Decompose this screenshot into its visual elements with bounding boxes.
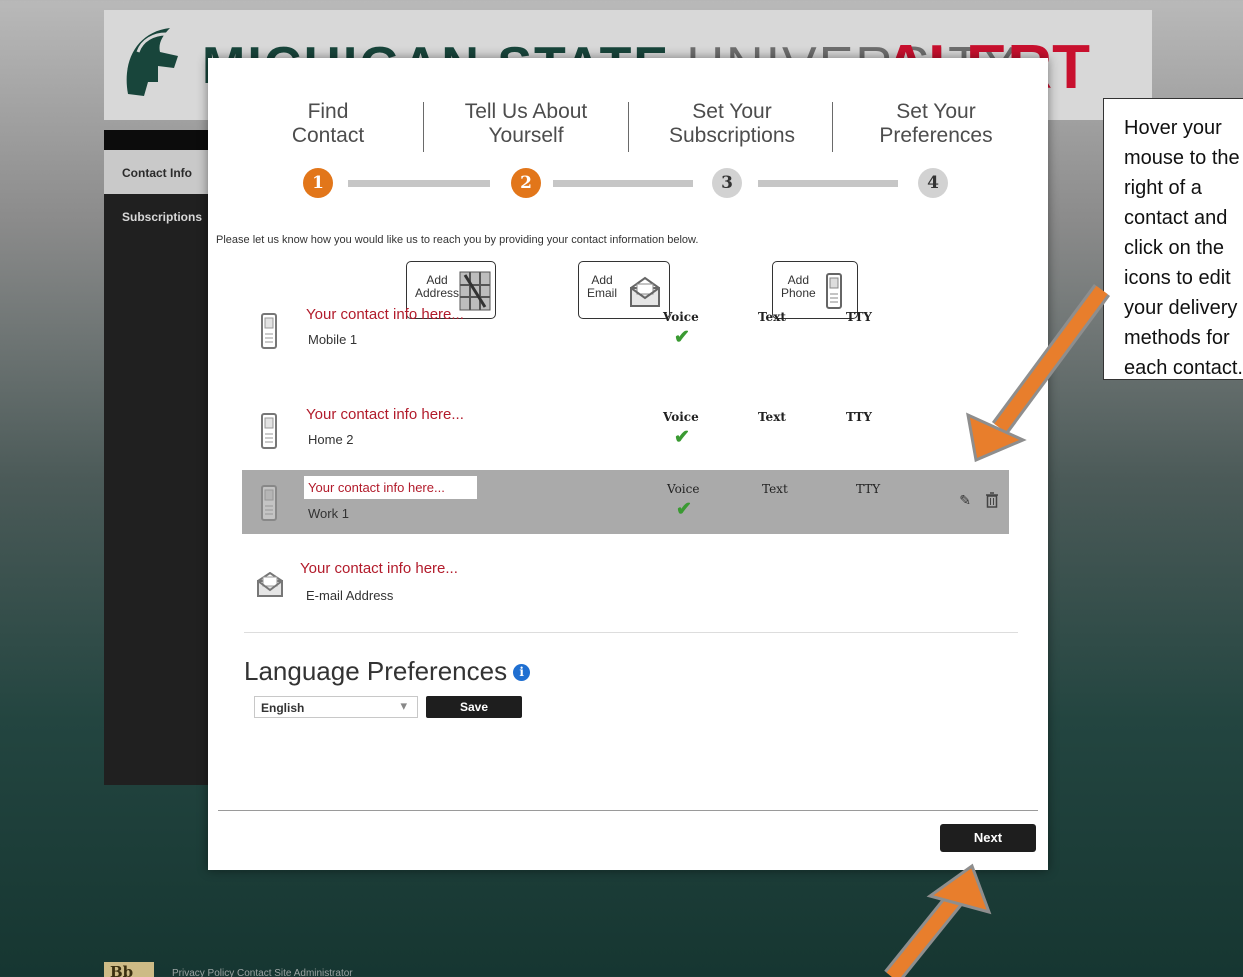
arrow-to-next-button-icon <box>884 863 992 977</box>
arrow-to-row-actions-icon <box>966 284 1111 463</box>
footer-links[interactable]: Privacy Policy Contact Site Administrato… <box>172 968 353 977</box>
blackboard-logo: Bb <box>104 962 154 977</box>
annotation-arrows <box>884 284 1111 977</box>
